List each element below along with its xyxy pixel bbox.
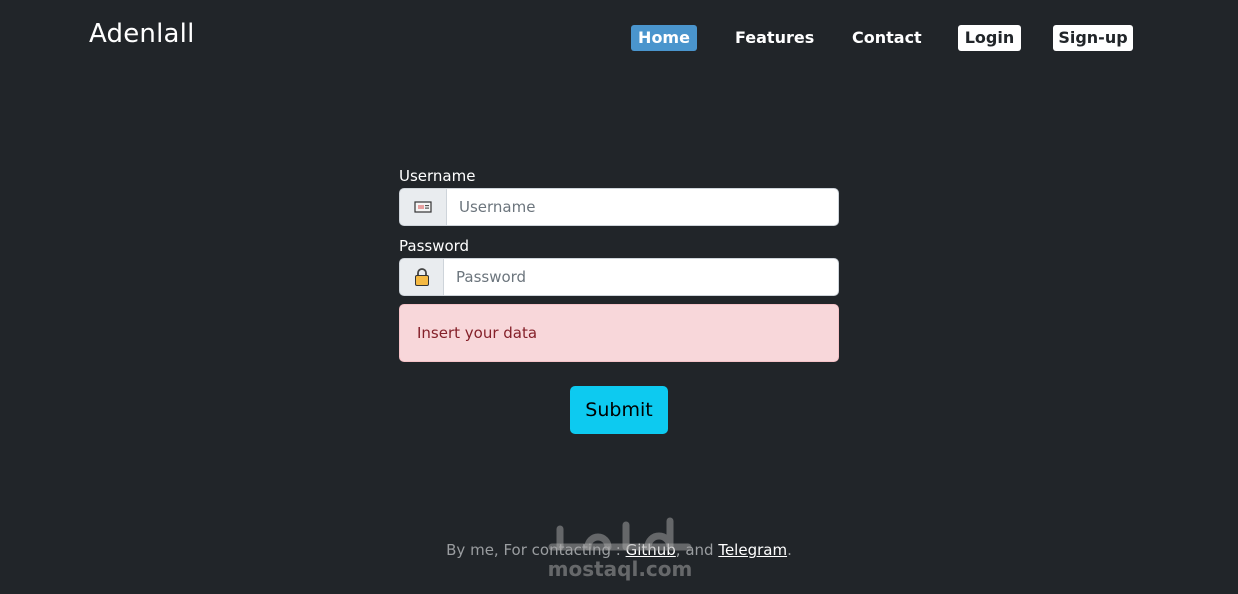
github-link[interactable]: Github [626, 541, 676, 559]
footer: By me, For contacting : Github, and Tele… [0, 540, 1238, 560]
nav-features-link[interactable]: Features [735, 25, 814, 51]
lock-icon [399, 258, 443, 296]
watermark-text: mostaql.com [547, 557, 693, 581]
password-input-group [399, 258, 839, 296]
alert-message: Insert your data [399, 304, 839, 362]
footer-middle: , and [675, 541, 719, 559]
brand-title[interactable]: Adenlall [89, 17, 195, 51]
password-label: Password [399, 237, 470, 255]
footer-prefix: By me, For contacting : [446, 541, 626, 559]
username-input[interactable] [446, 188, 839, 226]
telegram-link[interactable]: Telegram [718, 541, 787, 559]
nav-contact-link[interactable]: Contact [852, 25, 922, 51]
submit-button[interactable]: Submit [570, 386, 668, 434]
password-input[interactable] [443, 258, 839, 296]
signup-button[interactable]: Sign-up [1053, 25, 1133, 51]
footer-suffix: . [787, 541, 792, 559]
nav-home-link[interactable]: Home [631, 25, 697, 51]
username-input-group [399, 188, 839, 226]
username-label: Username [399, 167, 476, 185]
login-button[interactable]: Login [958, 25, 1021, 51]
id-card-icon [399, 188, 446, 226]
